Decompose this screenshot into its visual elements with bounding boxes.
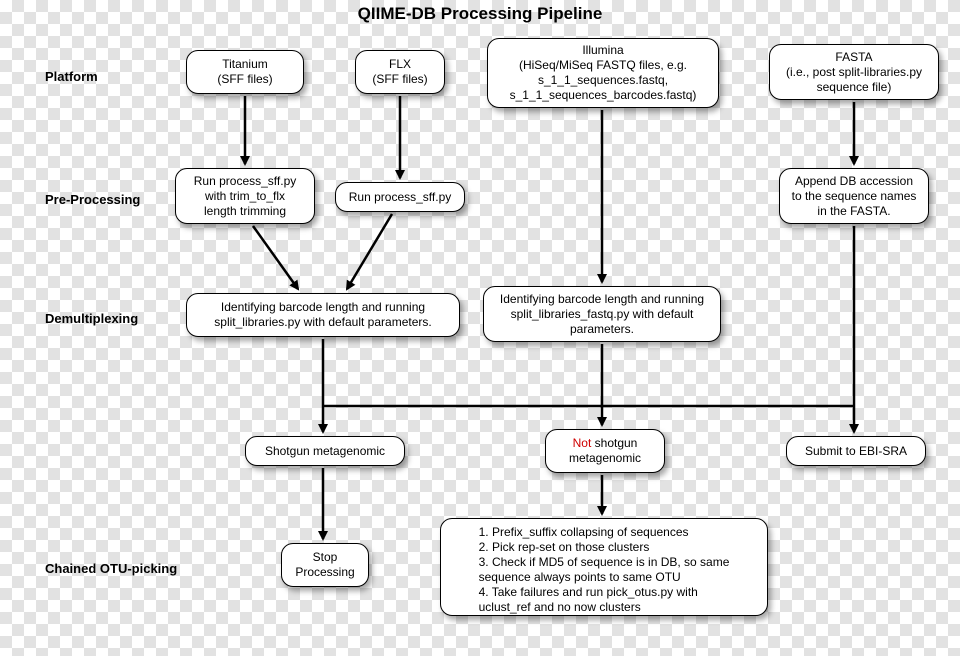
node-illumina: Illumina(HiSeq/MiSeq FASTQ files, e.g.s_… — [487, 38, 719, 108]
node-flx: FLX(SFF files) — [355, 50, 445, 94]
row-label-demux: Demultiplexing — [45, 311, 138, 326]
node-append-db: Append DB accessionto the sequence names… — [779, 168, 929, 224]
node-not-shotgun: Not shotgunmetagenomic — [545, 429, 665, 473]
node-demux-sff: Identifying barcode length and runningsp… — [186, 293, 460, 337]
node-proc-trim: Run process_sff.pywith trim_to_flxlength… — [175, 168, 315, 224]
node-titanium: Titanium(SFF files) — [186, 50, 304, 94]
node-demux-fastq: Identifying barcode length and runningsp… — [483, 286, 721, 342]
node-shotgun: Shotgun metagenomic — [245, 436, 405, 466]
row-label-preproc: Pre-Processing — [45, 192, 140, 207]
row-label-platform: Platform — [45, 69, 98, 84]
node-stop: StopProcessing — [281, 543, 369, 587]
diagram-title: QIIME-DB Processing Pipeline — [0, 4, 960, 24]
row-label-chained: Chained OTU-picking — [45, 561, 177, 576]
not-shotgun-red: Not — [573, 436, 592, 450]
node-submit-ebi: Submit to EBI-SRA — [786, 436, 926, 466]
node-otu-steps: 1. Prefix_suffix collapsing of sequences… — [440, 518, 768, 616]
node-proc-sff: Run process_sff.py — [335, 182, 465, 212]
node-fasta: FASTA(i.e., post split-libraries.pyseque… — [769, 44, 939, 100]
